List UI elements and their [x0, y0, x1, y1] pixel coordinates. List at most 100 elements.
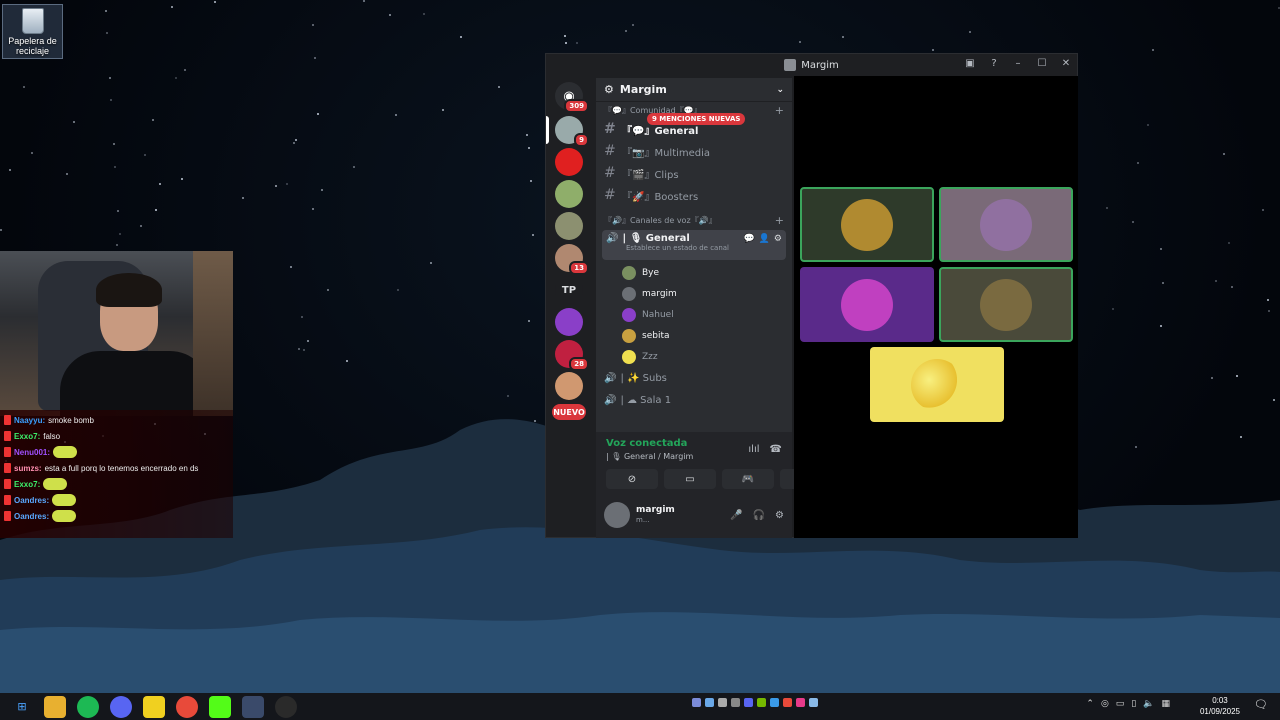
badge-icon: [4, 511, 11, 521]
video-tile[interactable]: [800, 267, 934, 342]
avatar: [911, 358, 963, 411]
tray-app-icon[interactable]: [783, 698, 792, 707]
volume-icon[interactable]: 🔈: [1143, 699, 1154, 709]
add-channel-icon[interactable]: +: [775, 104, 784, 117]
video-tile[interactable]: [800, 187, 934, 262]
server-list: ◉ 309 NUEVO 9 13 TP 28: [546, 78, 592, 458]
minimize-icon[interactable]: –: [1011, 56, 1025, 70]
spotify-icon[interactable]: [77, 695, 99, 718]
recycle-bin-icon[interactable]: Papelera de reciclaje: [2, 4, 63, 59]
taskbar: ⊞ ⌃ ◎ ▭ ▯ 🔈 ▦ 0:03 01/09/2025 🗨: [0, 693, 1280, 720]
chevron-up-icon[interactable]: ⌃: [1086, 699, 1094, 709]
sticky-notes-icon[interactable]: [143, 695, 165, 718]
server-badge: 28: [569, 357, 589, 371]
add-voice-channel-icon[interactable]: +: [775, 214, 784, 227]
server-icon[interactable]: [555, 372, 583, 400]
home-badge: 309: [564, 99, 589, 113]
tray-app-icon[interactable]: [692, 698, 701, 707]
signal-icon[interactable]: ılıl: [748, 444, 759, 455]
voice-user[interactable]: Bye: [596, 262, 792, 283]
file-explorer-icon[interactable]: [44, 695, 66, 718]
language-icon[interactable]: ▦: [1161, 699, 1170, 709]
activity-button[interactable]: 🎮: [722, 469, 774, 489]
server-header[interactable]: ⚙ Margim ⌄: [596, 78, 792, 102]
help-icon[interactable]: ?: [987, 56, 1001, 70]
user-status: m...: [636, 516, 650, 524]
server-icon[interactable]: TP: [555, 276, 583, 304]
server-icon[interactable]: [555, 180, 583, 208]
chat-username: Exxo7:: [14, 431, 41, 441]
window-title: Margim: [801, 59, 839, 71]
camera-off-button[interactable]: ⊘: [606, 469, 658, 489]
new-servers-button[interactable]: NUEVO: [552, 404, 586, 420]
tray-app-icon[interactable]: [809, 698, 818, 707]
user-settings-icon[interactable]: ⚙: [775, 510, 784, 521]
text-channel[interactable]: # 『📷』Multimedia: [596, 140, 792, 162]
discord-home-icon[interactable]: ◉ 309: [555, 82, 589, 113]
monitor-icon[interactable]: ▭: [1116, 699, 1125, 709]
server-icon[interactable]: [555, 308, 583, 336]
server-icon[interactable]: 28: [555, 340, 589, 371]
voice-channel[interactable]: 🔊 | ☁ Sala 1: [596, 389, 792, 411]
voice-location[interactable]: | 🎙 General / Margim: [606, 452, 693, 461]
video-tile[interactable]: [870, 347, 1004, 422]
voice-channel-general[interactable]: 🔊 | 🎙 General Establece un estado de cana…: [602, 230, 786, 260]
server-name: Margim: [619, 83, 667, 96]
video-tile[interactable]: [939, 267, 1073, 342]
chat-message: esta a full porq lo tenemos encerrado en…: [44, 463, 199, 473]
voice-channel[interactable]: 🔊 | ✨ Subs: [596, 367, 792, 389]
hash-icon: #: [604, 143, 616, 159]
network-icon[interactable]: ◎: [1101, 699, 1109, 709]
microphone-icon[interactable]: 🎤: [730, 510, 742, 521]
server-icon[interactable]: 13: [555, 244, 589, 275]
headphones-icon[interactable]: 🎧: [753, 510, 765, 521]
inbox-icon[interactable]: ▣: [963, 56, 977, 70]
start-icon[interactable]: ⊞: [11, 696, 33, 718]
screen-share-button[interactable]: ▭: [664, 469, 716, 489]
title-bar: Margim ▣ ? – ☐ ✕: [546, 54, 1077, 76]
maximize-icon[interactable]: ☐: [1035, 56, 1049, 70]
badge-icon: [4, 479, 11, 489]
text-channel[interactable]: # 『🎬』Clips: [596, 162, 792, 184]
obs-icon[interactable]: [275, 695, 297, 718]
chat-icon[interactable]: 💬: [743, 234, 754, 244]
server-icon[interactable]: 9: [555, 116, 589, 147]
tray-app-icon[interactable]: [718, 698, 727, 707]
battery-icon[interactable]: ▯: [1131, 699, 1136, 709]
tray-app-icon[interactable]: [770, 698, 779, 707]
nvidia-icon[interactable]: [757, 698, 766, 707]
chevron-down-icon: ⌄: [776, 84, 784, 95]
mentions-pill[interactable]: 9 MENCIONES NUEVAS: [647, 113, 746, 125]
trash-icon: [21, 8, 44, 34]
invite-icon[interactable]: 👤: [759, 234, 770, 244]
badge-icon: [4, 447, 11, 457]
video-tile[interactable]: [939, 187, 1073, 262]
tray-app-icon[interactable]: [731, 698, 740, 707]
voice-user[interactable]: margim: [596, 283, 792, 304]
app-icon[interactable]: [242, 695, 264, 718]
voice-category[interactable]: 『🔊』Canales de voz『🔊』 +: [596, 212, 792, 228]
disconnect-icon[interactable]: ☎: [770, 444, 782, 455]
server-icon[interactable]: [555, 148, 583, 176]
voice-user[interactable]: Nahuel: [596, 304, 792, 325]
clock[interactable]: 0:03 01/09/2025: [1200, 695, 1240, 717]
tray-app-icon[interactable]: [796, 698, 805, 707]
chrome-icon[interactable]: [176, 695, 198, 718]
voice-channel-name: | ☁ Sala 1: [620, 394, 672, 406]
emote-icon: [52, 510, 77, 522]
voice-user[interactable]: Zzz: [596, 346, 792, 367]
discord-tray-icon[interactable]: [744, 698, 753, 707]
close-icon[interactable]: ✕: [1059, 56, 1073, 70]
voice-panel: Voz conectada | 🎙 General / Margim ılıl …: [596, 432, 832, 538]
server-icon[interactable]: [555, 212, 583, 240]
hash-icon: #: [604, 187, 616, 203]
kick-icon[interactable]: [209, 695, 231, 718]
avatar[interactable]: [604, 502, 630, 528]
notifications-icon[interactable]: 🗨: [1254, 698, 1268, 711]
steam-icon[interactable]: [705, 698, 714, 707]
discord-icon[interactable]: [110, 695, 132, 718]
voice-user[interactable]: sebita: [596, 325, 792, 346]
channel-settings-icon[interactable]: ⚙: [774, 234, 782, 244]
channel-status[interactable]: Establece un estado de canal: [626, 244, 782, 252]
text-channel[interactable]: # 『🚀』Boosters: [596, 184, 792, 206]
